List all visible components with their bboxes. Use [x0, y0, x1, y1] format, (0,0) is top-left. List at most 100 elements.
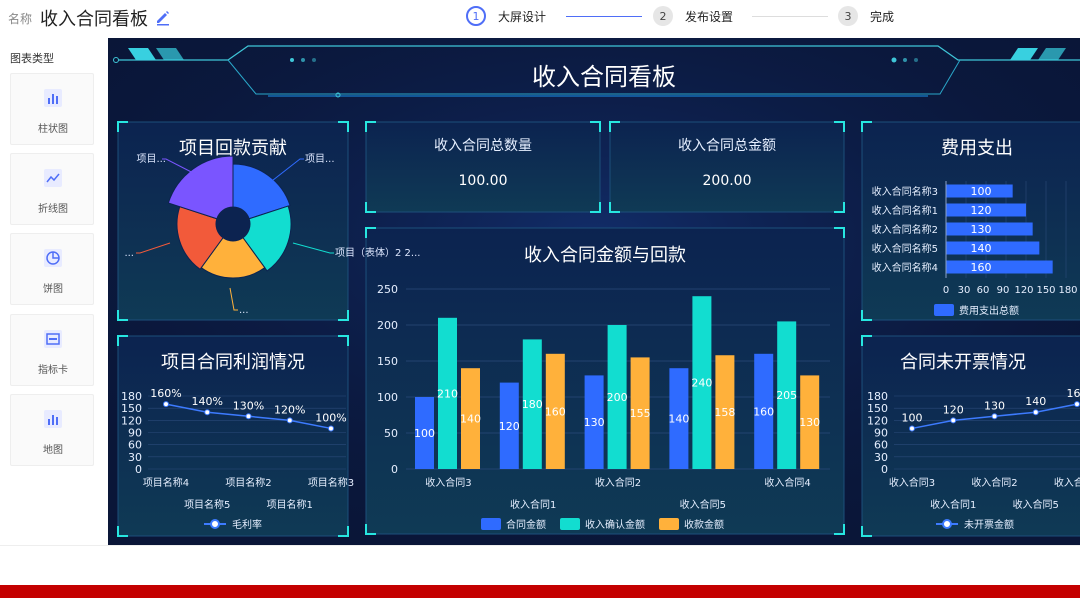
point-data-label: 160 [1067, 387, 1080, 400]
pie-label: 项目... [136, 153, 166, 165]
step-number: 2 [653, 6, 673, 26]
divider [0, 545, 1080, 546]
point-data-label: 160% [150, 387, 181, 400]
bar-data-label: 160 [753, 405, 774, 418]
data-point [1074, 401, 1080, 408]
sidebar-title: 图表类型 [10, 52, 54, 65]
step-complete[interactable]: 3 完成 [838, 6, 894, 26]
point-data-label: 100 [902, 411, 923, 424]
y-tick-label: 180 [121, 390, 142, 403]
legend-label: 收入确认金额 [585, 518, 645, 531]
y-tick-label: 150 [121, 402, 142, 415]
bar-data-label: 155 [630, 407, 651, 420]
y-tick-label: 150 [867, 402, 888, 415]
legend-swatch [934, 304, 954, 316]
y-tick-label: 120 [121, 414, 142, 427]
y-tick-label: 90 [874, 427, 888, 440]
step-publish[interactable]: 2 发布设置 [653, 6, 733, 26]
x-tick-label: 收入合同4 [764, 476, 810, 489]
y-tick-label: 0 [135, 463, 142, 476]
bar-data-label: 130 [799, 416, 820, 429]
point-data-label: 130 [984, 399, 1005, 412]
y-tick-label: 100 [377, 391, 398, 404]
kpi-label: 收入合同总金额 [678, 138, 776, 154]
board-name-input[interactable]: 收入合同看板 [40, 5, 148, 31]
sidebar-item-indicator-card[interactable]: 指标卡 [10, 314, 94, 386]
bar-data-label: 160 [971, 261, 992, 274]
x-tick-label: 150 [1036, 285, 1055, 296]
bar-chart-title: 收入合同金额与回款 [524, 245, 686, 266]
kpi-value: 200.00 [703, 173, 752, 189]
step-design[interactable]: 1 大屏设计 [466, 6, 546, 26]
bar-data-label: 100 [414, 427, 435, 440]
y-tick-label: 50 [384, 427, 398, 440]
sidebar-item-label: 折线图 [38, 204, 68, 215]
y-tick-label: 90 [128, 427, 142, 440]
point-data-label: 100% [315, 411, 346, 424]
x-tick-label: 30 [958, 285, 971, 296]
x-tick-label: 收入合同5 [680, 498, 726, 511]
edit-pencil-icon[interactable] [154, 8, 172, 26]
legend-label: 毛利率 [232, 518, 262, 531]
bar-data-label: 120 [499, 420, 520, 433]
profit-chart-title: 项目合同利润情况 [161, 352, 305, 373]
x-tick-label: 收入合同3 [425, 476, 471, 489]
bar-data-label: 120 [971, 204, 992, 217]
expense-chart-title: 费用支出 [941, 138, 1013, 159]
data-point [286, 417, 293, 424]
pie-label: 项目... [305, 153, 335, 165]
bar [946, 260, 1053, 274]
y-tick-label: 180 [867, 390, 888, 403]
y-tick-label: 收入合同名称1 [872, 204, 938, 217]
sidebar-item-label: 地图 [43, 445, 63, 456]
legend-label: 收款金额 [684, 518, 724, 531]
bottom-bar [0, 585, 1080, 598]
x-tick-label: 180 [1058, 285, 1077, 296]
legend-marker [942, 519, 952, 529]
legend-label: 未开票金额 [964, 518, 1014, 531]
bar-data-label: 200 [607, 391, 628, 404]
y-tick-label: 收入合同名称5 [872, 242, 938, 255]
dashboard-canvas[interactable]: 收入合同看板 收入合同总数量 100.00 收入合同总金额 200.00 项目回… [108, 38, 1080, 545]
step-number: 3 [838, 6, 858, 26]
bar-data-label: 210 [437, 387, 458, 400]
pie-hole [216, 207, 250, 241]
x-tick-label: 项目名称5 [184, 498, 230, 511]
panel-kpi-count [365, 121, 601, 213]
bar-data-label: 140 [971, 242, 992, 255]
panel-kpi-amount [609, 121, 845, 213]
panel-background [609, 121, 845, 213]
top-bar: 名称 收入合同看板 1 大屏设计 2 发布设置 3 完成 [0, 0, 1080, 38]
sidebar-item-line-chart[interactable]: 折线图 [10, 153, 94, 225]
dashboard-svg: 收入合同看板 收入合同总数量 100.00 收入合同总金额 200.00 项目回… [108, 38, 1080, 545]
y-tick-label: 收入合同名称2 [872, 223, 938, 236]
point-data-label: 120 [943, 403, 964, 416]
y-tick-label: 30 [874, 451, 888, 464]
data-point [991, 413, 998, 420]
sidebar-item-map[interactable]: 地图 [10, 394, 94, 466]
y-tick-label: 0 [391, 463, 398, 476]
kpi-value: 100.00 [459, 173, 508, 189]
x-tick-label: 收入合同5 [1013, 498, 1059, 511]
x-tick-label: 项目名称1 [267, 498, 313, 511]
point-data-label: 130% [233, 399, 264, 412]
point-data-label: 140 [1025, 395, 1046, 408]
y-tick-label: 150 [377, 355, 398, 368]
sidebar-item-pie-chart[interactable]: 饼图 [10, 233, 94, 305]
step-connector [752, 16, 828, 17]
sidebar-item-bar-chart[interactable]: 柱状图 [10, 73, 94, 145]
x-tick-label: 收入合同1 [510, 498, 556, 511]
y-tick-label: 120 [867, 414, 888, 427]
sidebar-item-label: 饼图 [43, 284, 63, 295]
x-tick-label: 90 [997, 285, 1010, 296]
bar-data-label: 240 [691, 377, 712, 390]
bar-data-label: 140 [460, 413, 481, 426]
bar-data-label: 130 [584, 416, 605, 429]
pie-label: ... [124, 248, 134, 259]
y-tick-label: 250 [377, 283, 398, 296]
bar-chart-icon [44, 89, 62, 107]
bar-data-label: 158 [714, 406, 735, 419]
bar [946, 241, 1040, 255]
legend-swatch [481, 518, 501, 530]
data-point [1032, 409, 1039, 416]
